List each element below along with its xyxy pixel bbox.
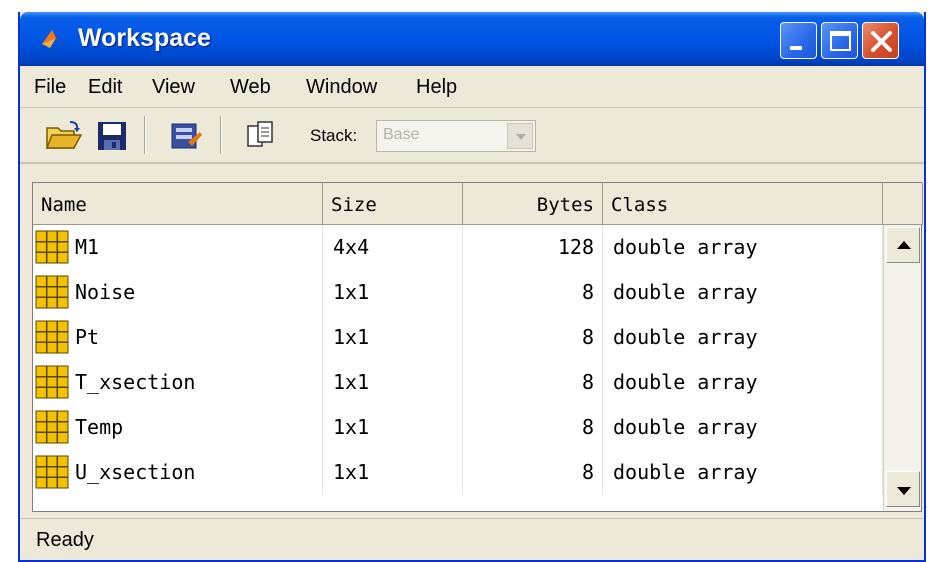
variable-name: Pt	[75, 325, 100, 349]
status-bar: Ready	[20, 518, 924, 560]
array-variable-icon	[35, 320, 69, 354]
column-header-filler	[883, 183, 923, 225]
open-folder-icon[interactable]	[44, 118, 84, 154]
import-data-icon[interactable]	[166, 118, 206, 154]
table-row[interactable]: Noise 1x1 8 double array	[33, 270, 883, 315]
menu-view[interactable]: View	[152, 76, 195, 99]
menu-file[interactable]: File	[34, 76, 66, 99]
column-header-size[interactable]: Size	[323, 183, 463, 225]
variable-size: 1x1	[323, 405, 463, 450]
variable-name: U_xsection	[75, 460, 196, 484]
variable-name: M1	[75, 235, 100, 259]
menu-help[interactable]: Help	[416, 76, 457, 99]
menu-bar: File Edit View Web Window Help	[20, 66, 924, 108]
menu-web[interactable]: Web	[230, 76, 271, 99]
variable-class: double array	[603, 450, 883, 495]
toolbar-separator	[144, 116, 146, 154]
array-variable-icon	[35, 365, 69, 399]
variable-name: Temp	[75, 415, 124, 439]
arrow-up-icon	[897, 241, 911, 249]
variable-class: double array	[603, 315, 883, 360]
table-row[interactable]: M1 4x4 128 double array	[33, 225, 883, 270]
dropdown-arrow-button[interactable]	[507, 123, 533, 149]
minimize-button[interactable]	[780, 22, 817, 59]
variable-size: 1x1	[323, 270, 463, 315]
variable-bytes: 8	[463, 270, 603, 315]
stack-dropdown[interactable]: Base	[376, 120, 536, 152]
stack-label: Stack:	[310, 126, 358, 145]
array-variable-icon	[35, 410, 69, 444]
array-variable-icon	[35, 275, 69, 309]
close-icon	[871, 31, 892, 52]
stack-value: Base	[383, 126, 420, 143]
variable-bytes: 8	[463, 450, 603, 495]
close-button[interactable]	[862, 22, 899, 59]
scroll-down-button[interactable]	[886, 471, 920, 507]
column-header-name[interactable]: Name	[33, 183, 323, 225]
array-variable-icon	[35, 455, 69, 489]
save-icon[interactable]	[92, 118, 132, 154]
variable-name: T_xsection	[75, 370, 196, 394]
table-header: Name Size Bytes Class	[33, 183, 923, 225]
minimize-icon	[790, 46, 802, 50]
maximize-icon	[830, 31, 851, 51]
matlab-logo-icon	[42, 30, 64, 50]
column-header-bytes[interactable]: Bytes	[463, 183, 603, 225]
copy-icon[interactable]	[242, 118, 282, 154]
maximize-button[interactable]	[821, 22, 858, 59]
variable-bytes: 128	[463, 225, 603, 270]
variable-size: 1x1	[323, 450, 463, 495]
variable-size: 1x1	[323, 360, 463, 405]
title-bar[interactable]: Workspace	[20, 12, 924, 66]
workspace-table: Name Size Bytes Class M1 4x4 128 double …	[32, 182, 923, 512]
variable-class: double array	[603, 405, 883, 450]
table-row[interactable]: Temp 1x1 8 double array	[33, 405, 883, 450]
table-row[interactable]: U_xsection 1x1 8 double array	[33, 450, 883, 495]
variable-bytes: 8	[463, 405, 603, 450]
variable-size: 1x1	[323, 315, 463, 360]
toolbar-separator	[220, 116, 222, 154]
vertical-scrollbar[interactable]	[883, 225, 921, 511]
variable-class: double array	[603, 225, 883, 270]
variable-class: double array	[603, 360, 883, 405]
status-text: Ready	[36, 529, 94, 551]
scroll-up-button[interactable]	[886, 227, 920, 263]
variable-name: Noise	[75, 280, 136, 304]
table-row[interactable]: Pt 1x1 8 double array	[33, 315, 883, 360]
menu-edit[interactable]: Edit	[88, 76, 122, 99]
workspace-window: Workspace File Edit View Web Window Help	[18, 12, 926, 562]
table-row[interactable]: T_xsection 1x1 8 double array	[33, 360, 883, 405]
variable-size: 4x4	[323, 225, 463, 270]
variable-bytes: 8	[463, 315, 603, 360]
column-header-class[interactable]: Class	[603, 183, 883, 225]
variable-bytes: 8	[463, 360, 603, 405]
array-variable-icon	[35, 230, 69, 264]
variable-class: double array	[603, 270, 883, 315]
chevron-down-icon	[516, 134, 526, 140]
window-title: Workspace	[78, 24, 211, 52]
arrow-down-icon	[897, 487, 911, 495]
menu-window[interactable]: Window	[306, 76, 377, 99]
toolbar: Stack: Base	[20, 108, 924, 164]
